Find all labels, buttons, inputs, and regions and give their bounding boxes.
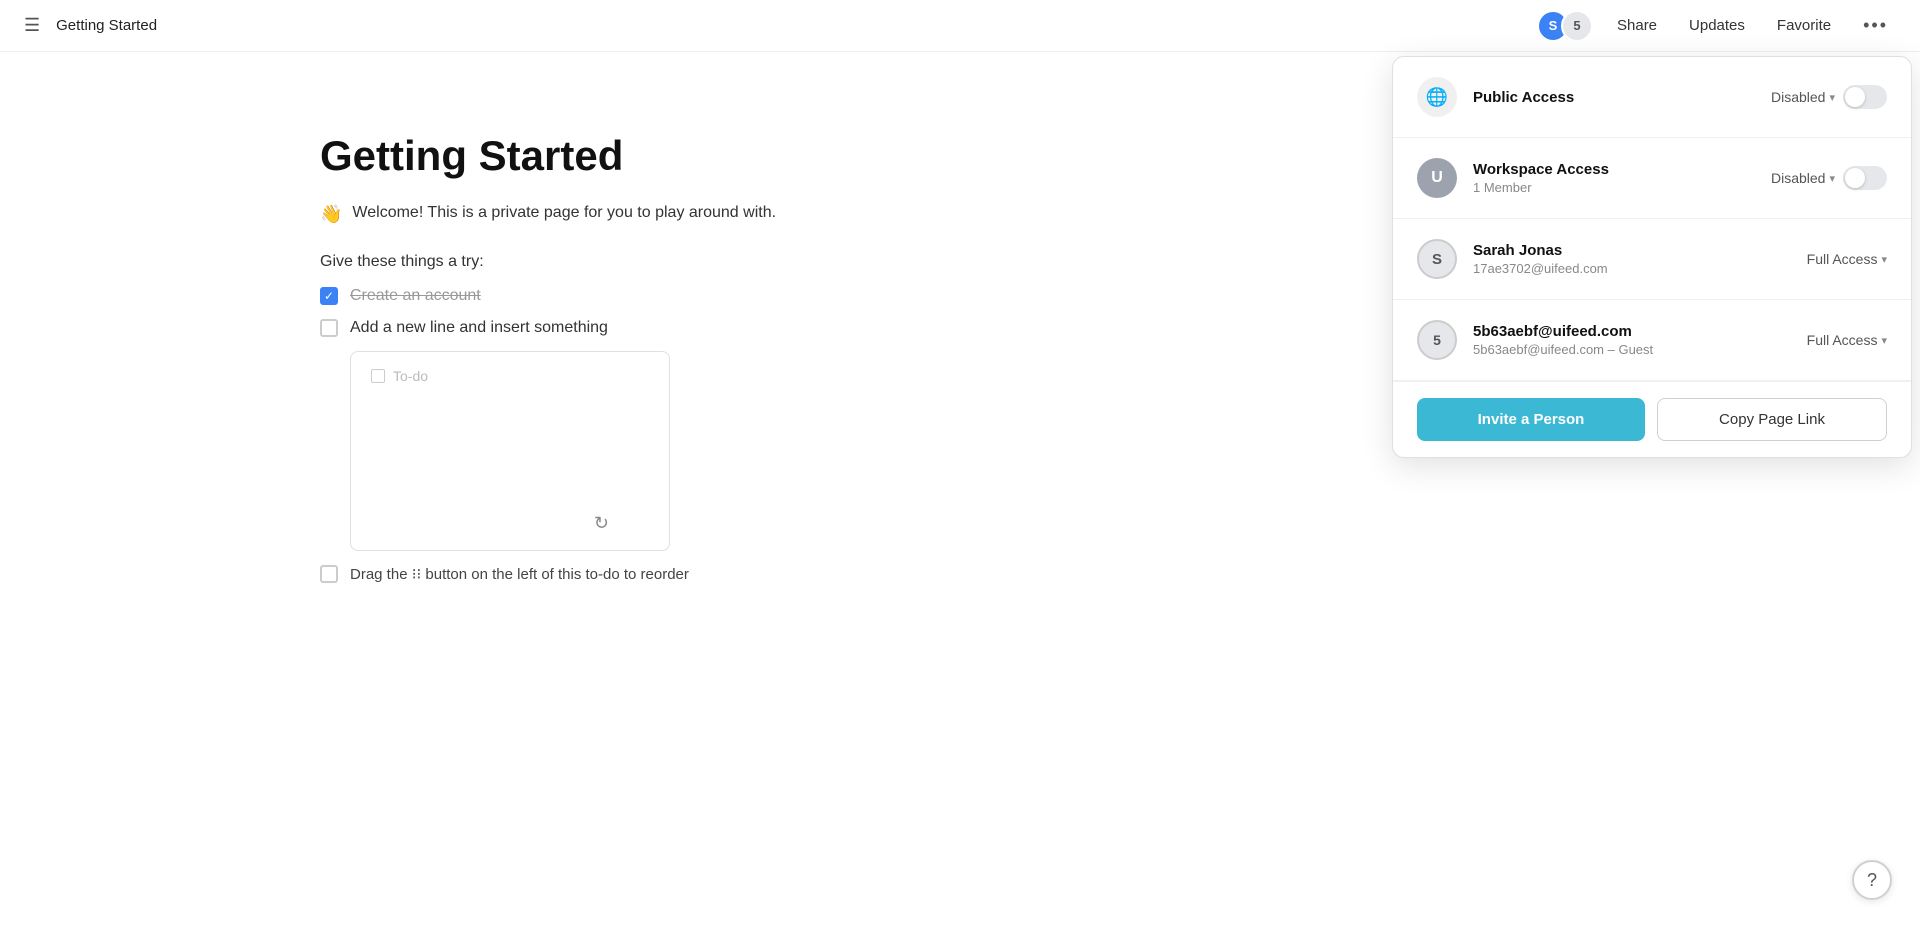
drag-hint-text: Drag the ⁝⁝ button on the left of this t… bbox=[350, 565, 689, 583]
topbar: ☰ Getting Started S 5 Share Updates Favo… bbox=[0, 0, 1920, 52]
workspace-access-status: Disabled bbox=[1771, 170, 1825, 186]
workspace-access-info: Workspace Access 1 Member bbox=[1473, 161, 1755, 195]
share-button[interactable]: Share bbox=[1609, 13, 1665, 38]
cursor-icon: ↻ bbox=[594, 513, 609, 534]
copy-page-link-button[interactable]: Copy Page Link bbox=[1657, 398, 1887, 441]
member1-row: S Sarah Jonas 17ae3702@uifeed.com Full A… bbox=[1393, 219, 1911, 300]
member1-name: Sarah Jonas bbox=[1473, 242, 1791, 259]
workspace-access-toggle-knob bbox=[1845, 168, 1865, 188]
member1-chevron: ▾ bbox=[1881, 253, 1887, 266]
checkbox-drag[interactable] bbox=[320, 565, 338, 583]
member1-avatar: S bbox=[1417, 239, 1457, 279]
todo-block-inner: To-do bbox=[371, 368, 649, 384]
topbar-left: ☰ Getting Started bbox=[24, 15, 157, 36]
avatar-count: 5 bbox=[1561, 10, 1593, 42]
public-access-controls: Disabled ▾ bbox=[1771, 85, 1887, 109]
todo-text-1: Create an account bbox=[350, 287, 481, 305]
workspace-icon: U bbox=[1417, 158, 1457, 198]
member1-info: Sarah Jonas 17ae3702@uifeed.com bbox=[1473, 242, 1791, 276]
avatar-group[interactable]: S 5 bbox=[1537, 10, 1593, 42]
welcome-emoji: 👋 bbox=[320, 204, 342, 225]
todo-text-2: Add a new line and insert something bbox=[350, 319, 608, 337]
drag-hint-item: Drag the ⁝⁝ button on the left of this t… bbox=[320, 565, 1600, 583]
public-access-info: Public Access bbox=[1473, 89, 1755, 106]
todo-block[interactable]: To-do ↻ bbox=[350, 351, 670, 551]
topbar-right: S 5 Share Updates Favorite ••• bbox=[1537, 10, 1896, 42]
workspace-access-toggle[interactable] bbox=[1843, 166, 1887, 190]
member2-name: 5b63aebf@uifeed.com bbox=[1473, 323, 1791, 340]
member2-access-label: Full Access bbox=[1807, 332, 1878, 348]
member2-row: 5 5b63aebf@uifeed.com 5b63aebf@uifeed.co… bbox=[1393, 300, 1911, 381]
public-access-toggle[interactable] bbox=[1843, 85, 1887, 109]
checkbox-1[interactable]: ✓ bbox=[320, 287, 338, 305]
workspace-access-dropdown[interactable]: Disabled ▾ bbox=[1771, 170, 1835, 186]
member1-access-dropdown[interactable]: Full Access ▾ bbox=[1807, 251, 1887, 267]
member1-access-controls: Full Access ▾ bbox=[1807, 251, 1887, 267]
member2-chevron: ▾ bbox=[1881, 334, 1887, 347]
public-access-toggle-knob bbox=[1845, 87, 1865, 107]
favorite-button[interactable]: Favorite bbox=[1769, 13, 1839, 38]
checkbox-2[interactable] bbox=[320, 319, 338, 337]
member2-email: 5b63aebf@uifeed.com – Guest bbox=[1473, 342, 1791, 357]
workspace-access-title: Workspace Access bbox=[1473, 161, 1755, 178]
member1-access-label: Full Access bbox=[1807, 251, 1878, 267]
member2-access-controls: Full Access ▾ bbox=[1807, 332, 1887, 348]
todo-block-checkbox bbox=[371, 369, 385, 383]
member2-info: 5b63aebf@uifeed.com 5b63aebf@uifeed.com … bbox=[1473, 323, 1791, 357]
globe-icon: 🌐 bbox=[1417, 77, 1457, 117]
member2-avatar: 5 bbox=[1417, 320, 1457, 360]
invite-person-button[interactable]: Invite a Person bbox=[1417, 398, 1645, 441]
public-access-status: Disabled bbox=[1771, 89, 1825, 105]
public-access-row: 🌐 Public Access Disabled ▾ bbox=[1393, 57, 1911, 138]
member2-access-dropdown[interactable]: Full Access ▾ bbox=[1807, 332, 1887, 348]
welcome-text: Welcome! This is a private page for you … bbox=[352, 204, 776, 222]
public-access-title: Public Access bbox=[1473, 89, 1755, 106]
hamburger-icon[interactable]: ☰ bbox=[24, 15, 40, 36]
todo-block-placeholder: To-do bbox=[393, 368, 428, 384]
page-title-top: Getting Started bbox=[56, 17, 157, 34]
updates-button[interactable]: Updates bbox=[1681, 13, 1753, 38]
workspace-access-controls: Disabled ▾ bbox=[1771, 166, 1887, 190]
share-panel: 🌐 Public Access Disabled ▾ U Workspace A… bbox=[1392, 56, 1912, 458]
more-button[interactable]: ••• bbox=[1855, 11, 1896, 40]
workspace-access-chevron: ▾ bbox=[1829, 172, 1835, 185]
workspace-access-subtitle: 1 Member bbox=[1473, 180, 1755, 195]
public-access-chevron: ▾ bbox=[1829, 91, 1835, 104]
workspace-access-row: U Workspace Access 1 Member Disabled ▾ bbox=[1393, 138, 1911, 219]
public-access-dropdown[interactable]: Disabled ▾ bbox=[1771, 89, 1835, 105]
panel-buttons: Invite a Person Copy Page Link bbox=[1393, 381, 1911, 457]
member1-email: 17ae3702@uifeed.com bbox=[1473, 261, 1791, 276]
help-button[interactable]: ? bbox=[1852, 860, 1892, 900]
